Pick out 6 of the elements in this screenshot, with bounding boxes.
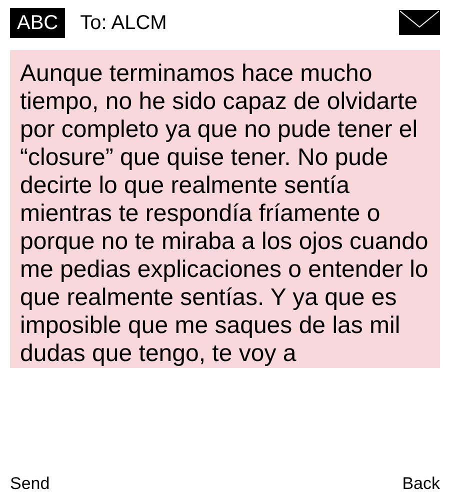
message-text: Aunque terminamos hace mucho tiempo, no he sido capaz de olvidarte por completo ya que no pude tener el “closure” que quise tener. No pude decirte lo que realmente sentía mientras te respondía fríamente o porque no te miraba a los ojos cuando me pedias explicaciones o entender lo que realmente sentías. Y ya que es imposible que me saques de las mil dudas que tengo, te voy a	[10, 50, 440, 368]
input-mode-badge: ABC	[10, 8, 66, 38]
back-softkey[interactable]: Back	[402, 474, 440, 494]
recipient-label: To: ALCM	[80, 12, 168, 34]
send-softkey[interactable]: Send	[10, 474, 50, 494]
envelope-icon	[399, 10, 440, 34]
